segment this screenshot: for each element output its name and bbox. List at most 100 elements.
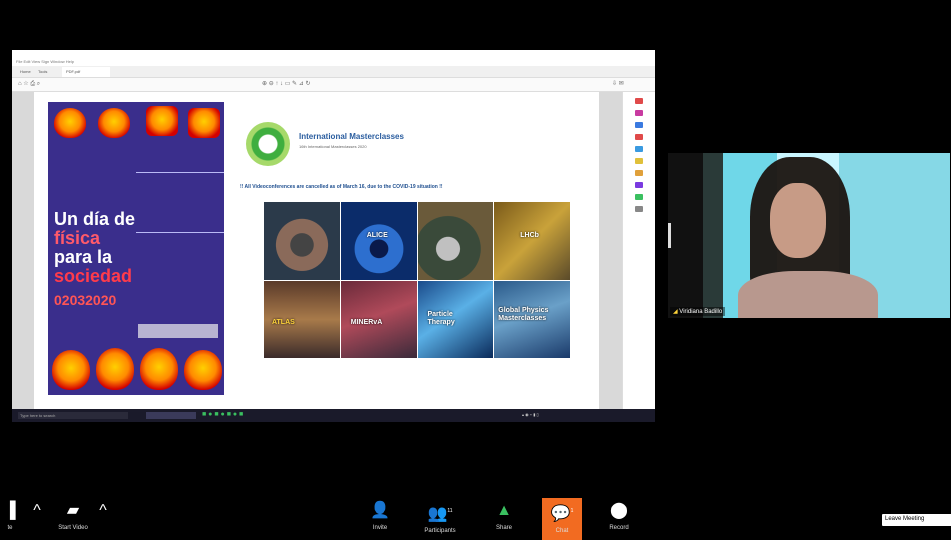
covid-warning: !! All Videoconferences are cancelled as…	[240, 184, 443, 190]
participants-count: 11	[447, 508, 453, 514]
pdf-tools-sidebar	[622, 92, 655, 409]
tile-label: Particle Therapy	[427, 310, 455, 326]
video-off-icon: ▰	[66, 502, 80, 519]
poster-title: Un día de física para la sociedad	[54, 210, 135, 286]
participant-name: Viridiana Badillo	[679, 309, 723, 315]
experiment-tile[interactable]: LHCb	[494, 202, 570, 280]
pdf-menubar[interactable]: File Edit View Sign Window Help	[12, 58, 655, 66]
video-edge-marker	[668, 223, 671, 248]
masterclass-subtitle: 16th International Masterclasses 2020	[299, 144, 367, 149]
sponsor-logos	[138, 324, 218, 338]
tool-icon[interactable]	[635, 206, 643, 212]
chat-badge: 1	[570, 508, 574, 514]
mute-button[interactable]: ▐ te	[2, 501, 18, 531]
event-poster: ▬▬▬▬▬▬▬▬▬▬▬▬▬▬▬▬▬▬▬▬▬▬▬▬▬▬▬▬▬▬▬▬▬▬▬▬▬▬▬▬…	[48, 102, 224, 395]
audio-options-caret[interactable]: ^	[30, 501, 44, 525]
video-options-caret[interactable]: ^	[96, 501, 110, 525]
tool-icon[interactable]	[635, 158, 643, 164]
taskbar-app-icons[interactable]: ■ ● ■ ● ■ ● ■	[202, 411, 243, 418]
share-label: Share	[495, 525, 512, 531]
pdf-page: ▬▬▬▬▬▬▬▬▬▬▬▬▬▬▬▬▬▬▬▬▬▬▬▬▬▬▬▬▬▬▬▬▬▬▬▬▬▬▬▬…	[34, 92, 599, 409]
poster-body-text: ▬▬▬▬▬▬▬▬▬▬▬▬▬▬▬▬▬▬▬▬▬▬▬▬▬▬▬▬▬▬▬▬▬▬▬▬▬▬▬▬…	[136, 170, 224, 174]
tool-icon[interactable]	[635, 134, 643, 140]
chat-label: Chat	[555, 528, 569, 535]
chat-button-content: 💬1 Chat	[542, 501, 582, 534]
pdf-tab-bar: Home Tools PDF.pdf	[12, 66, 655, 78]
caret-up-icon: ^	[33, 502, 41, 519]
tool-icon[interactable]	[635, 98, 643, 104]
meeting-toolbar: ▐ te ^ ▰ Start Video ^ 👤 Invite 👥11 Part…	[0, 498, 951, 540]
experiment-tile[interactable]: MINERvA	[340, 280, 417, 358]
tab-tools[interactable]: Tools	[38, 69, 47, 74]
pumpkin-image	[140, 348, 178, 390]
poster-title-line: sociedad	[54, 266, 133, 286]
tool-icon[interactable]	[635, 110, 643, 116]
tile-label: Global Physics Masterclasses	[498, 306, 549, 322]
invite-label: Invite	[372, 525, 388, 531]
toolbar-icons-right[interactable]: ⇩ ✉	[612, 80, 624, 87]
share-button[interactable]: ▲ Share	[492, 501, 516, 531]
tab-home[interactable]: Home	[20, 69, 31, 74]
participant-video[interactable]: ◢ Viridiana Badillo	[668, 153, 950, 318]
experiment-tile[interactable]: Particle Therapy	[417, 280, 494, 358]
invite-icon: 👤	[370, 502, 390, 519]
poster-date: 02032020	[54, 292, 117, 308]
tool-icon[interactable]	[635, 182, 643, 188]
pumpkin-image	[52, 350, 90, 390]
signal-icon: ◢	[673, 309, 678, 315]
system-tray[interactable]: ▴ ◉ ⌁ ▮ ▯	[522, 412, 539, 417]
windows-taskbar: Type here to search ■ ● ■ ● ■ ● ■ ▴ ◉ ⌁ …	[12, 409, 655, 422]
tile-label: MINERvA	[350, 318, 383, 326]
poster-title-line: Un día de	[54, 209, 136, 229]
record-icon: ⬤	[610, 502, 628, 519]
pdf-viewport[interactable]: ▬▬▬▬▬▬▬▬▬▬▬▬▬▬▬▬▬▬▬▬▬▬▬▬▬▬▬▬▬▬▬▬▬▬▬▬▬▬▬▬…	[12, 92, 622, 409]
record-button[interactable]: ⬤ Record	[604, 501, 634, 531]
start-video-label: Start Video	[58, 525, 88, 531]
tool-icon[interactable]	[635, 122, 643, 128]
poster-title-line: física	[54, 228, 101, 248]
participant-body	[738, 271, 878, 318]
microphone-icon: ▐	[4, 502, 16, 519]
mute-label: te	[7, 525, 13, 531]
pdf-toolbar: ⌂ ☆ ⎙ ⌕ ⊕ ⊖ ↑ ↓ ▭ ✎ ⊿ ↻ ⇩ ✉	[12, 78, 655, 92]
toolbar-icons-left[interactable]: ⌂ ☆ ⎙ ⌕	[18, 80, 40, 88]
experiment-tile[interactable]: Global Physics Masterclasses	[494, 280, 570, 358]
participants-button[interactable]: 👥11 Participants	[416, 501, 464, 534]
pumpkin-image	[188, 108, 220, 138]
leave-meeting-button[interactable]: Leave Meeting	[882, 514, 951, 526]
start-video-button[interactable]: ▰ Start Video	[50, 501, 96, 531]
page-navigation-icons[interactable]: ⊕ ⊖ ↑ ↓ ▭ ✎ ⊿ ↻	[262, 80, 310, 87]
experiment-tile[interactable]	[264, 202, 340, 280]
tile-label: LHCb	[520, 232, 539, 239]
chat-icon: 💬1	[550, 505, 574, 523]
experiment-tile[interactable]	[417, 202, 494, 280]
tool-icon[interactable]	[635, 194, 643, 200]
caret-up-icon: ^	[99, 502, 107, 519]
taskbar-search[interactable]: Type here to search	[18, 412, 128, 419]
tab-pdf-document[interactable]: PDF.pdf	[62, 67, 110, 77]
participant-name-label: ◢ Viridiana Badillo	[670, 307, 726, 316]
participants-label: Participants	[424, 528, 456, 535]
poster-title-line: para la	[54, 247, 113, 267]
taskbar-app[interactable]	[146, 412, 196, 419]
pumpkin-image	[184, 350, 222, 390]
record-label: Record	[609, 525, 629, 531]
poster-body-text: ▬▬▬▬▬▬▬▬▬▬▬▬▬▬▬▬▬▬▬▬▬▬▬▬▬▬▬▬▬▬▬▬▬▬▬▬▬▬▬▬…	[136, 230, 224, 234]
share-screen-icon: ▲	[496, 502, 512, 519]
tile-label: ALICE	[366, 232, 388, 239]
masterclass-logo	[246, 122, 290, 166]
pumpkin-image	[146, 106, 178, 136]
shared-screen: File Edit View Sign Window Help Home Too…	[12, 50, 655, 422]
pumpkin-image	[96, 348, 134, 390]
participants-icon: 👥11	[427, 505, 453, 523]
pumpkin-image	[98, 108, 130, 138]
tool-icon[interactable]	[635, 170, 643, 176]
masterclass-title: International Masterclasses	[299, 132, 404, 141]
chat-button[interactable]: 💬1 Chat	[542, 498, 582, 540]
participant-face	[770, 183, 826, 258]
pumpkin-image	[54, 108, 86, 138]
invite-button[interactable]: 👤 Invite	[368, 501, 392, 531]
experiment-tile[interactable]: ALICE	[340, 202, 417, 280]
tool-icon[interactable]	[635, 146, 643, 152]
experiment-tile[interactable]: ATLAS	[264, 280, 340, 358]
